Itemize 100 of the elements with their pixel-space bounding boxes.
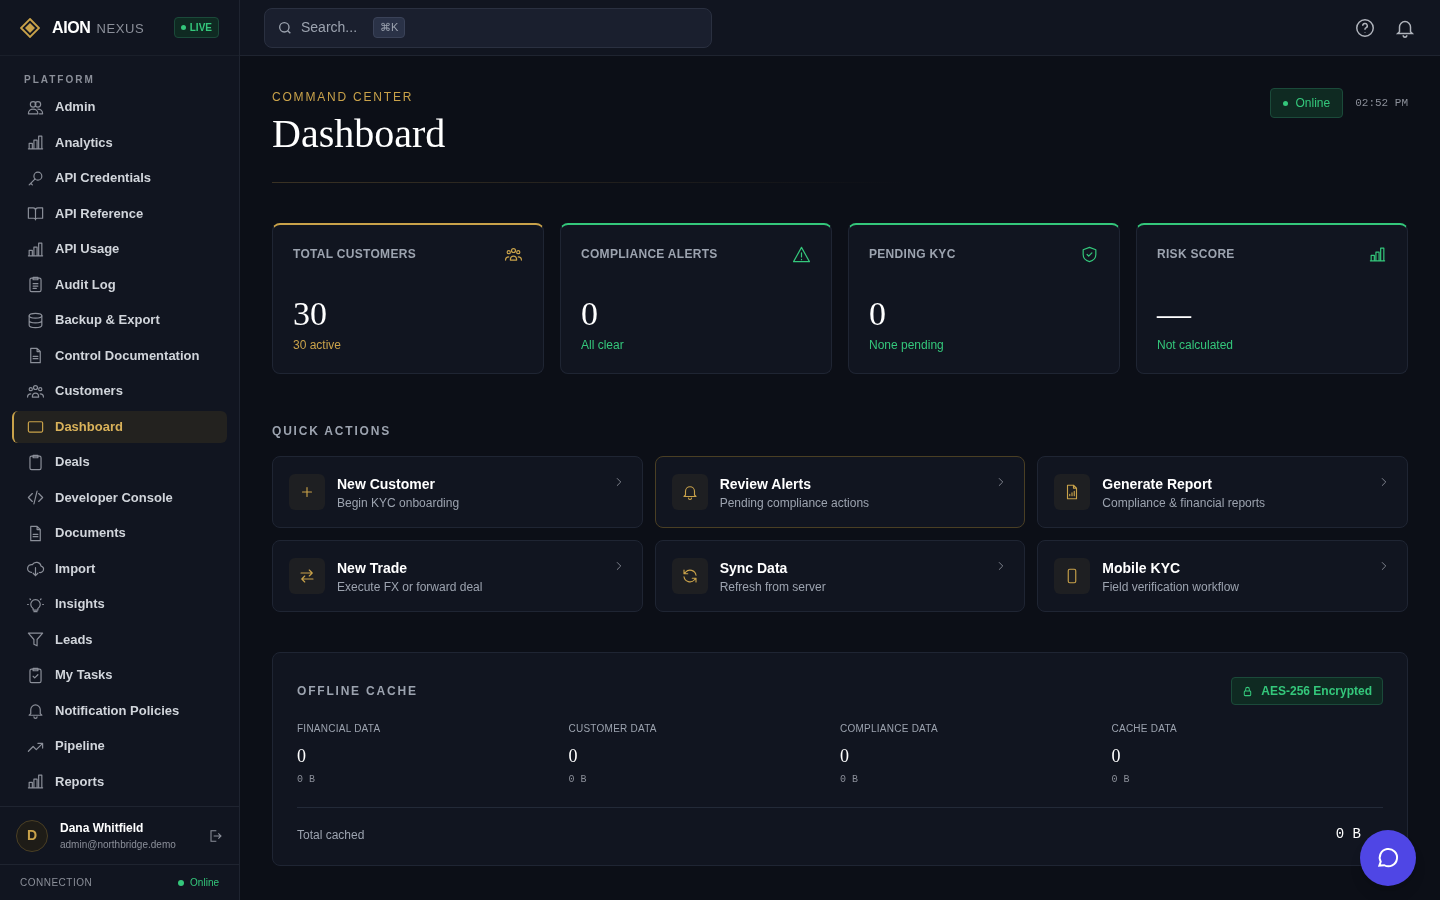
quick-action-card[interactable]: New Customer Begin KYC onboarding — [272, 456, 643, 528]
cache-size: 0 B — [568, 773, 588, 787]
sidebar-item[interactable]: My Tasks — [12, 659, 227, 691]
connection-status: Online — [190, 876, 219, 890]
sidebar-item[interactable]: API Usage — [12, 233, 227, 265]
clock-time: 02:52 PM — [1355, 95, 1408, 111]
cache-label: FINANCIAL DATA — [297, 722, 382, 736]
sidebar-item[interactable]: Reports — [12, 765, 227, 798]
sidebar-item[interactable]: API Credentials — [12, 162, 227, 194]
quick-action-card[interactable]: Mobile KYC Field verification workflow — [1037, 540, 1408, 612]
lock-icon — [1242, 685, 1254, 697]
sidebar-item[interactable]: API Reference — [12, 197, 227, 230]
code-icon — [26, 488, 45, 507]
search-icon — [277, 19, 293, 36]
page-eyebrow: COMMAND CENTER — [272, 89, 415, 106]
action-title: Review Alerts — [719, 475, 812, 493]
stat-label: COMPLIANCE ALERTS — [581, 246, 718, 263]
sidebar-item[interactable]: Admin — [12, 91, 227, 123]
sidebar-item[interactable]: Documents — [12, 517, 227, 549]
action-subtitle: Execute FX or forward deal — [337, 579, 483, 596]
clipboard-check-icon — [26, 665, 45, 685]
cache-label: CUSTOMER DATA — [568, 722, 658, 736]
cache-size: 0 B — [297, 773, 316, 787]
sidebar-item[interactable]: Leads — [12, 623, 227, 656]
quick-action-card[interactable]: New Trade Execute FX or forward deal — [272, 540, 643, 612]
stat-value: 30 — [293, 294, 328, 334]
bell-icon — [26, 701, 45, 720]
action-title: Generate Report — [1102, 475, 1214, 493]
sidebar-item[interactable]: Import — [12, 552, 227, 585]
sidebar-item[interactable]: Control Documentation — [12, 339, 227, 372]
total-value: 0 B — [1335, 825, 1361, 844]
bar-chart-icon — [1368, 245, 1387, 264]
action-title: New Trade — [337, 559, 409, 577]
action-subtitle: Compliance & financial reports — [1102, 495, 1266, 512]
brand-suffix: NEXUS — [96, 19, 145, 38]
online-badge: Online — [1269, 88, 1344, 118]
encryption-badge: AES-256 Encrypted — [1231, 677, 1383, 705]
clipboard-icon — [26, 452, 45, 472]
user-email: admin@northbridge.demo — [60, 838, 176, 852]
stat-note: 30 active — [293, 337, 343, 354]
live-badge: LIVE — [173, 17, 219, 38]
help-icon[interactable] — [1354, 16, 1376, 39]
action-subtitle: Field verification workflow — [1102, 579, 1240, 596]
sidebar-item[interactable]: Analytics — [12, 126, 227, 159]
action-subtitle: Refresh from server — [719, 579, 826, 596]
stat-note: All clear — [581, 337, 625, 354]
funnel-icon — [26, 630, 45, 649]
quick-action-card[interactable]: Review Alerts Pending compliance actions — [654, 456, 1026, 528]
stat-label: PENDING KYC — [869, 246, 956, 263]
swap-arrows-icon — [298, 567, 316, 585]
stat-value: — — [1157, 294, 1193, 334]
warning-icon — [792, 245, 811, 264]
sidebar-item[interactable]: Dashboard — [12, 410, 227, 443]
action-subtitle: Begin KYC onboarding — [337, 495, 460, 512]
connection-label: CONNECTION — [20, 876, 93, 890]
refresh-icon — [680, 567, 699, 585]
brand-name: AION — [52, 17, 91, 38]
stat-value: 0 — [869, 294, 887, 334]
cache-value: 0 — [1111, 745, 1122, 768]
total-label: Total cached — [297, 826, 365, 844]
card-title: OFFLINE CACHE — [297, 683, 418, 700]
search-field[interactable]: Search... ⌘K — [264, 7, 712, 48]
sidebar-item[interactable]: Pipeline — [12, 730, 227, 762]
book-icon — [26, 204, 45, 223]
quick-action-card[interactable]: Sync Data Refresh from server — [654, 540, 1026, 612]
sidebar-item[interactable]: Notification Policies — [12, 694, 227, 727]
sidebar-item[interactable]: Developer Console — [12, 481, 227, 514]
sidebar-item[interactable]: Deals — [12, 446, 227, 478]
cache-value: 0 — [840, 745, 850, 768]
sidebar-item[interactable]: Customers — [12, 375, 227, 407]
shortcut-key: ⌘K — [373, 17, 406, 38]
stat-value: 0 — [581, 294, 599, 334]
page-title: Dashboard — [272, 110, 446, 158]
section-heading: QUICK ACTIONS — [272, 423, 392, 440]
bar-chart-icon — [26, 772, 45, 791]
sidebar-item[interactable]: Backup & Export — [12, 304, 227, 336]
stat-label: RISK SCORE — [1157, 246, 1235, 263]
section-heading: PLATFORM — [23, 73, 96, 87]
sidebar-item[interactable]: Insights — [12, 588, 227, 620]
user-avatar: D — [16, 819, 48, 852]
stat-note: Not calculated — [1157, 337, 1235, 354]
search-placeholder: Search... — [301, 18, 358, 37]
shield-check-icon — [1080, 245, 1099, 264]
cache-value: 0 — [568, 745, 579, 768]
chat-button[interactable] — [1360, 830, 1416, 886]
action-title: New Customer — [337, 475, 437, 493]
stat-label: TOTAL CUSTOMERS — [293, 246, 416, 263]
logout-icon[interactable] — [207, 827, 223, 844]
bell-icon — [680, 483, 699, 501]
quick-action-card[interactable]: Generate Report Compliance & financial reports — [1037, 456, 1408, 528]
action-title: Sync Data — [719, 559, 789, 577]
bar-chart-icon — [26, 133, 45, 152]
action-subtitle: Pending compliance actions — [719, 495, 870, 512]
sidebar-item[interactable]: Audit Log — [12, 268, 227, 301]
cache-label: COMPLIANCE DATA — [840, 722, 939, 736]
cache-size: 0 B — [840, 773, 859, 787]
cache-size: 0 B — [1111, 773, 1131, 787]
cache-label: CACHE DATA — [1111, 722, 1178, 736]
clipboard-list-icon — [26, 275, 45, 294]
cloud-download-icon — [26, 559, 45, 578]
